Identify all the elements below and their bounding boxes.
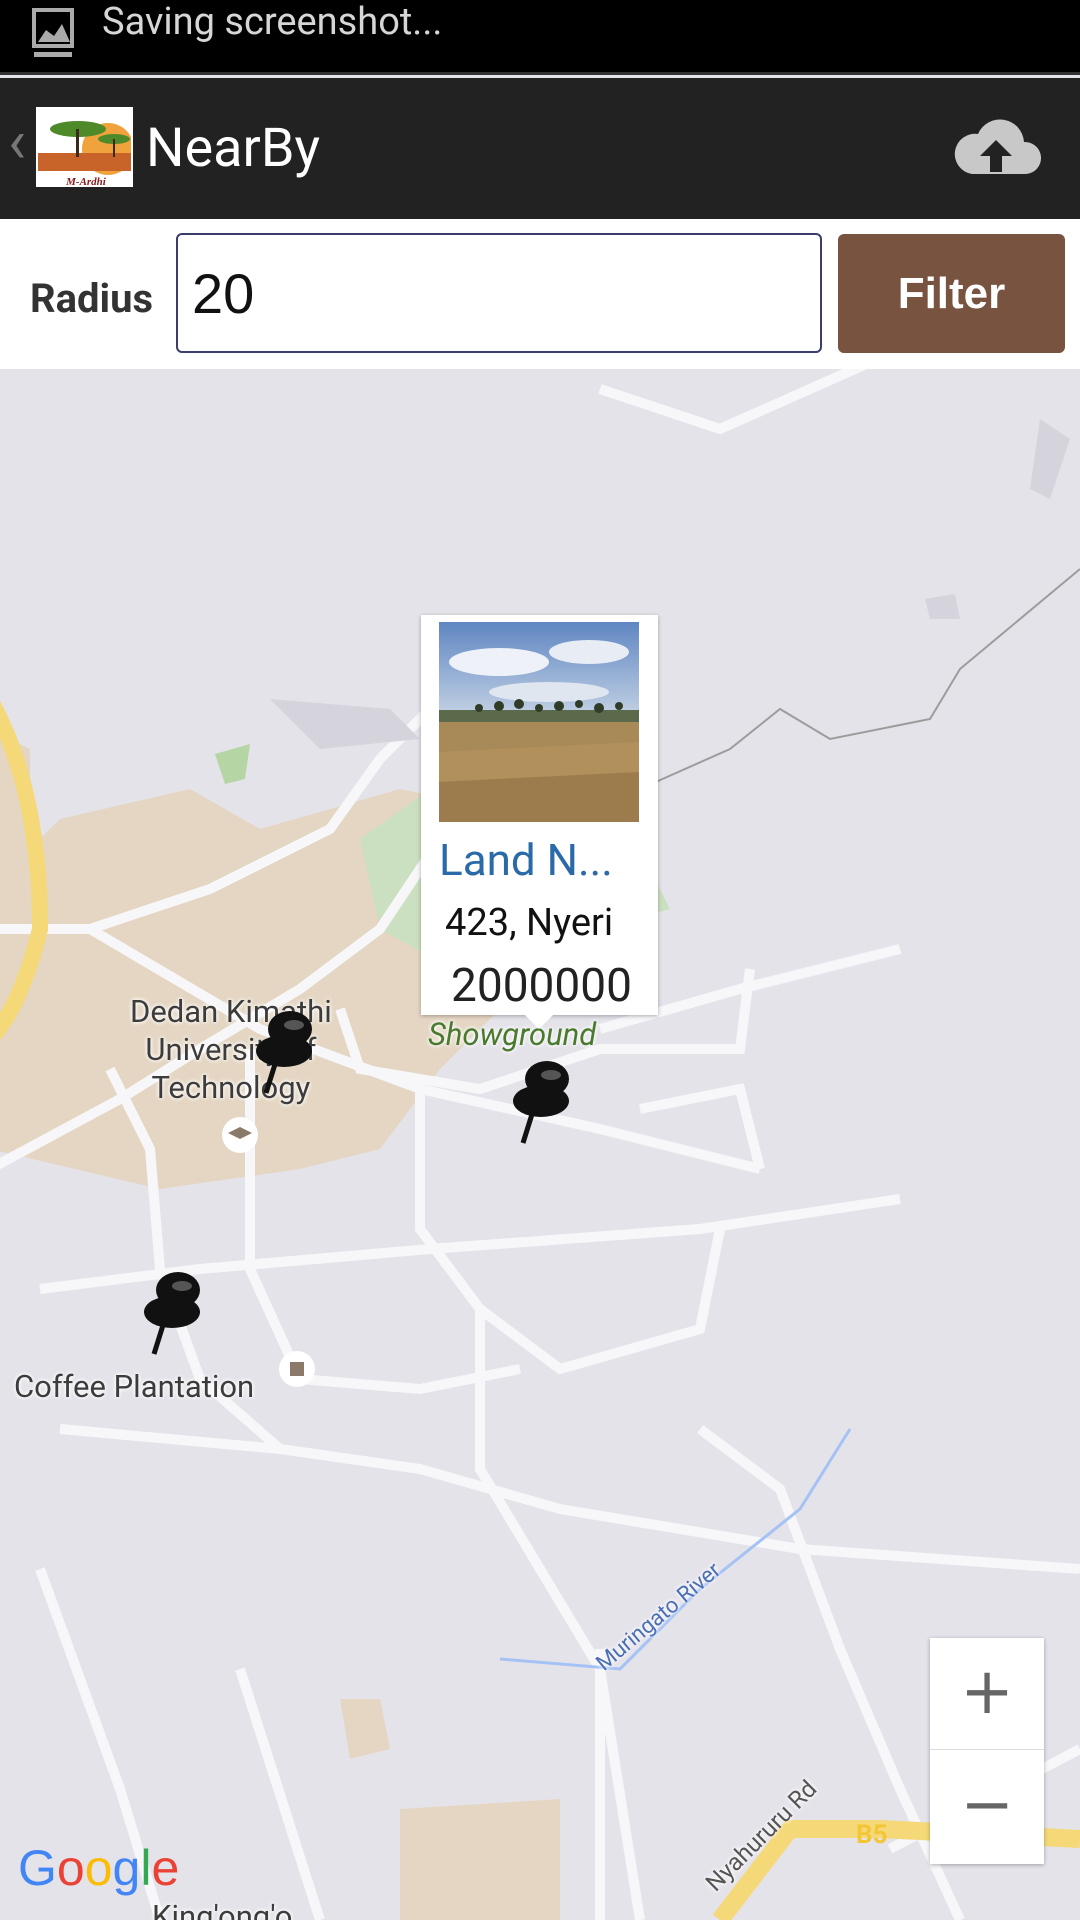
zoom-out-button[interactable]: − <box>930 1751 1044 1863</box>
filter-bar: Radius Filter <box>0 219 1080 369</box>
showground-label: Showground <box>428 1016 597 1053</box>
info-window-pointer <box>525 1015 553 1029</box>
logo-text: M-Ardhi <box>65 176 107 187</box>
zoom-in-button[interactable]: + <box>930 1638 1044 1750</box>
coffee-plantation-label: Coffee Plantation <box>14 1368 255 1405</box>
zoom-controls: + − <box>930 1638 1044 1864</box>
map-pin-icon[interactable] <box>505 1051 575 1151</box>
app-logo[interactable]: M-Ardhi <box>36 107 133 187</box>
filter-button[interactable]: Filter <box>838 234 1065 353</box>
map-view[interactable]: Dedan Kimathi University of Technology S… <box>0 369 1080 1920</box>
map-pin-icon[interactable] <box>136 1262 206 1362</box>
app-bar: ‹ M-Ardhi NearBy <box>0 78 1080 219</box>
page-title: NearBy <box>146 117 321 180</box>
screenshot-icon <box>32 8 74 57</box>
google-logo: Google <box>18 1840 180 1896</box>
road-badge: B5 <box>856 1820 888 1850</box>
map-pin-icon[interactable] <box>248 1001 318 1101</box>
cloud-upload-icon[interactable] <box>950 116 1042 178</box>
status-bar: Saving screenshot... <box>0 0 1080 75</box>
listing-name-link[interactable]: Land N... <box>439 835 613 885</box>
radius-label: Radius <box>30 275 154 322</box>
status-text: Saving screenshot... <box>102 0 443 44</box>
listing-price: 2000000 <box>451 959 632 1013</box>
info-window[interactable]: Land N... 423, Nyeri 2000000 <box>421 615 658 1029</box>
listing-address: 423, Nyeri <box>445 901 614 945</box>
land-photo <box>439 622 639 822</box>
back-icon[interactable]: ‹ <box>8 112 26 172</box>
town-label: King'ong'o <box>152 1898 293 1920</box>
radius-input[interactable] <box>176 233 822 353</box>
